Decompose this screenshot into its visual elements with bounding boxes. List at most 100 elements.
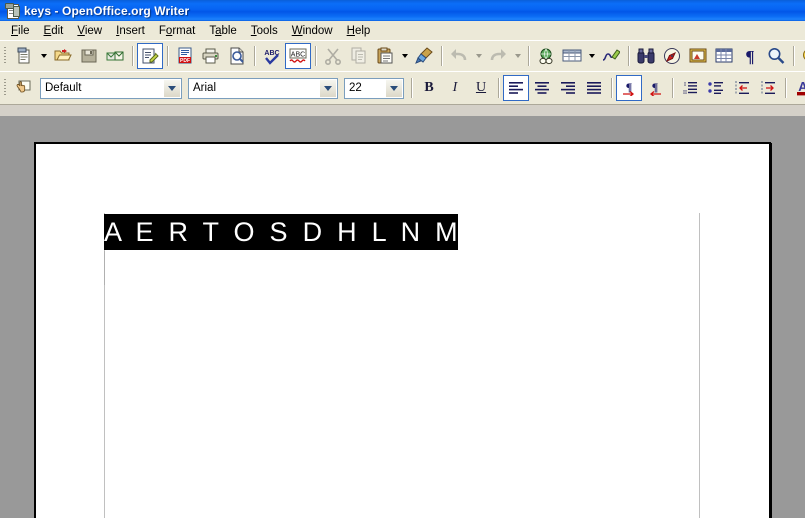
paintbrush-icon [415,47,433,64]
insert-table-button[interactable] [559,43,585,69]
gallery-button[interactable] [685,43,711,69]
menu-bar: File Edit View Insert Format Table Tools… [0,21,805,40]
text-cursor [104,251,105,285]
document-workspace[interactable]: A E R T O S D H L N M [0,116,805,518]
increase-indent-icon [761,81,775,95]
numbering-on-off-button[interactable]: I II [677,75,703,101]
data-sources-button[interactable] [711,43,737,69]
toolbar-separator [611,78,612,98]
pilcrow-ltr-icon: ¶ [623,80,635,96]
copy-button[interactable] [346,43,372,69]
help-button[interactable]: ? [798,43,805,69]
abc-check-icon: ABC [264,50,280,65]
align-center-icon [535,82,549,94]
font-size-dropdown-arrow[interactable] [385,79,402,97]
standard-toolbar: PDF ABC ABC ¶ [0,40,805,71]
undo-dropdown[interactable] [472,43,485,69]
toolbar-separator [167,46,168,66]
menu-file[interactable]: File [4,22,37,40]
underline-button[interactable]: U [468,75,494,101]
menu-tools[interactable]: Tools [244,22,285,40]
selected-text-line[interactable]: A E R T O S D H L N M [104,214,458,250]
font-name-combo[interactable]: Arial [188,77,338,99]
menu-edit[interactable]: Edit [37,22,71,40]
font-color-button[interactable]: A [790,75,805,101]
show-draw-functions-button[interactable] [598,43,624,69]
bold-button[interactable]: B [416,75,442,101]
spelling-button[interactable]: ABC [259,43,285,69]
align-right-button[interactable] [555,75,581,101]
italic-button[interactable]: I [442,75,468,101]
apply-style-button[interactable] [11,75,37,101]
menu-table[interactable]: Table [202,22,244,40]
new-document-dropdown[interactable] [37,43,50,69]
ltr-paragraph-button[interactable]: ¶ [616,75,642,101]
hyperlink-button[interactable] [533,43,559,69]
document-page[interactable]: A E R T O S D H L N M [35,143,770,518]
print-preview-button[interactable] [224,43,250,69]
bullets-on-off-button[interactable] [703,75,729,101]
menu-insert[interactable]: Insert [109,22,152,40]
save-button[interactable] [76,43,102,69]
paste-button[interactable] [372,43,398,69]
paste-dropdown[interactable] [398,43,411,69]
zoom-button[interactable] [763,43,789,69]
apply-style-hand-icon [16,80,31,93]
toolbar-separator [793,46,794,66]
toolbar-separator [254,46,255,66]
decrease-indent-button[interactable] [729,75,755,101]
rtl-paragraph-button[interactable]: ¶ [642,75,668,101]
font-size-value[interactable]: 22 [345,82,385,94]
find-and-replace-button[interactable] [633,43,659,69]
edit-file-button[interactable] [137,43,163,69]
paragraph-style-dropdown-arrow[interactable] [163,79,180,97]
writer-window: keys - OpenOffice.org Writer File Edit V… [0,0,805,518]
svg-text:PDF: PDF [180,58,190,64]
bulleted-list-icon [708,82,723,94]
paragraph-style-combo[interactable]: Default [40,77,182,99]
cut-button[interactable] [320,43,346,69]
print-button[interactable] [198,43,224,69]
edit-file-pencil-icon [142,48,159,64]
compass-icon [664,48,680,64]
svg-text:¶: ¶ [745,47,754,65]
toolbar-separator [132,46,133,66]
menu-format[interactable]: Format [152,22,202,40]
export-pdf-button[interactable]: PDF [172,43,198,69]
new-document-button[interactable] [11,43,37,69]
redo-dropdown[interactable] [511,43,524,69]
increase-indent-button[interactable] [755,75,781,101]
font-name-value[interactable]: Arial [189,82,319,94]
numbered-list-icon: I II [683,82,697,96]
picture-frame-icon [689,48,707,63]
formatting-toolbar: Default Arial 22 B I U ¶ ¶ I II A [0,71,805,105]
formatting-toolbar-grip[interactable] [2,76,9,100]
italic-label: I [452,80,458,95]
standard-toolbar-grip[interactable] [2,44,9,68]
font-size-combo[interactable]: 22 [344,77,404,99]
redo-button[interactable] [485,43,511,69]
table-grid-icon [562,49,582,62]
menu-help[interactable]: Help [340,22,378,40]
toolbar-separator [411,78,412,98]
pilcrow-rtl-icon: ¶ [649,80,661,96]
email-document-button[interactable] [102,43,128,69]
abc-squiggle-icon: ABC [289,48,307,63]
svg-text:I: I [684,82,686,88]
clone-formatting-button[interactable] [411,43,437,69]
autospellcheck-button[interactable]: ABC [285,43,311,69]
insert-table-dropdown[interactable] [585,43,598,69]
formatting-marks-button[interactable]: ¶ [737,43,763,69]
align-center-button[interactable] [529,75,555,101]
navigator-button[interactable] [659,43,685,69]
paragraph-style-value[interactable]: Default [41,82,163,94]
open-button[interactable] [50,43,76,69]
undo-button[interactable] [446,43,472,69]
justified-button[interactable] [581,75,607,101]
page-preview-icon [230,47,244,65]
menu-window[interactable]: Window [285,22,340,40]
font-name-dropdown-arrow[interactable] [319,79,336,97]
svg-text:A: A [798,79,805,94]
align-left-button[interactable] [503,75,529,101]
menu-view[interactable]: View [70,22,109,40]
